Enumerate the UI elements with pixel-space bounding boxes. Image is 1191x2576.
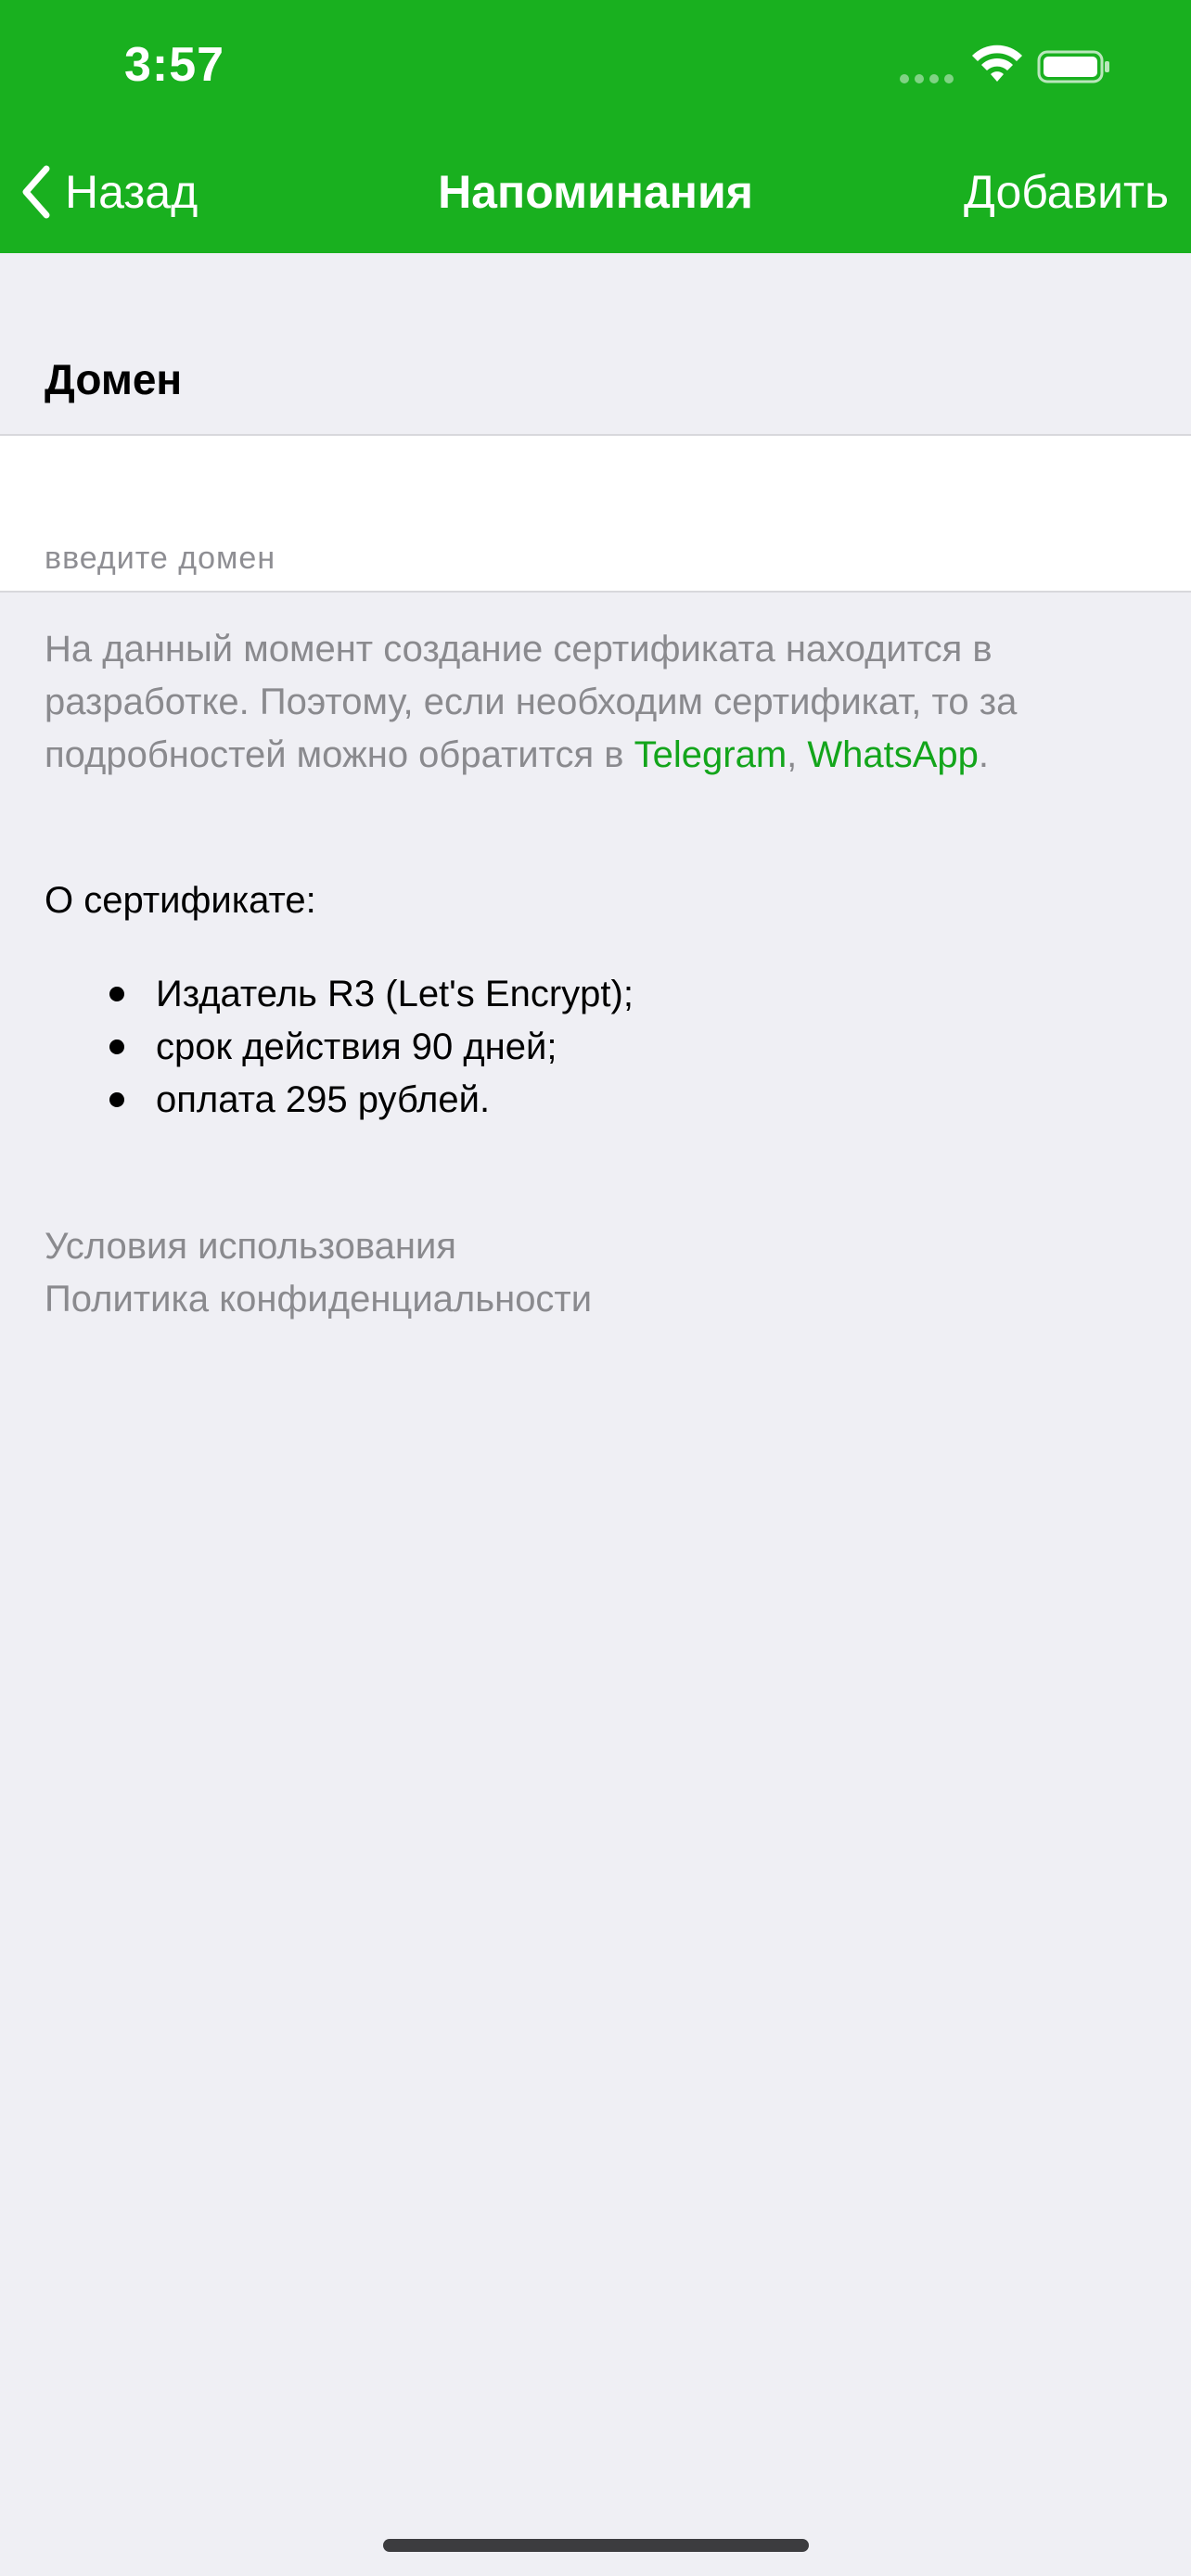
list-item: оплата 295 рублей.	[45, 1074, 634, 1127]
bullet-icon	[109, 987, 124, 1001]
whatsapp-link[interactable]: WhatsApp	[807, 734, 979, 775]
status-time: 3:57	[124, 38, 225, 92]
domain-input[interactable]	[45, 538, 1139, 579]
navigation-header: 3:57 Назад Напоминания Добавить	[0, 0, 1191, 253]
bullet-icon	[109, 1092, 124, 1107]
wifi-icon	[972, 45, 1022, 82]
privacy-link[interactable]: Политика конфиденциальности	[45, 1279, 592, 1320]
about-heading: О сертификате:	[45, 880, 316, 921]
back-button[interactable]: Назад	[19, 159, 198, 224]
cellular-icon	[900, 74, 954, 83]
about-list: Издатель R3 (Let's Encrypt); срок действ…	[45, 968, 634, 1127]
back-button-label: Назад	[65, 166, 198, 218]
list-item-text: срок действия 90 дней;	[156, 1027, 557, 1067]
list-item: срок действия 90 дней;	[45, 1021, 634, 1074]
bullet-icon	[109, 1039, 124, 1054]
screen: 3:57 Назад Напоминания Добавить Домен На…	[0, 0, 1191, 2576]
info-text-end: .	[978, 734, 990, 775]
battery-icon	[1037, 50, 1109, 83]
list-item-text: оплата 295 рублей.	[156, 1079, 491, 1120]
info-separator: ,	[787, 734, 808, 775]
telegram-link[interactable]: Telegram	[634, 734, 788, 775]
chevron-left-icon	[22, 165, 50, 219]
list-item-text: Издатель R3 (Let's Encrypt);	[156, 974, 634, 1014]
domain-section-title: Домен	[45, 355, 183, 403]
home-indicator[interactable]	[383, 2539, 809, 2552]
info-text: На данный момент создание сертификата на…	[45, 623, 1158, 782]
terms-link[interactable]: Условия использования	[45, 1226, 456, 1268]
add-button[interactable]: Добавить	[964, 165, 1169, 219]
list-item: Издатель R3 (Let's Encrypt);	[45, 968, 634, 1021]
domain-field	[0, 434, 1191, 593]
